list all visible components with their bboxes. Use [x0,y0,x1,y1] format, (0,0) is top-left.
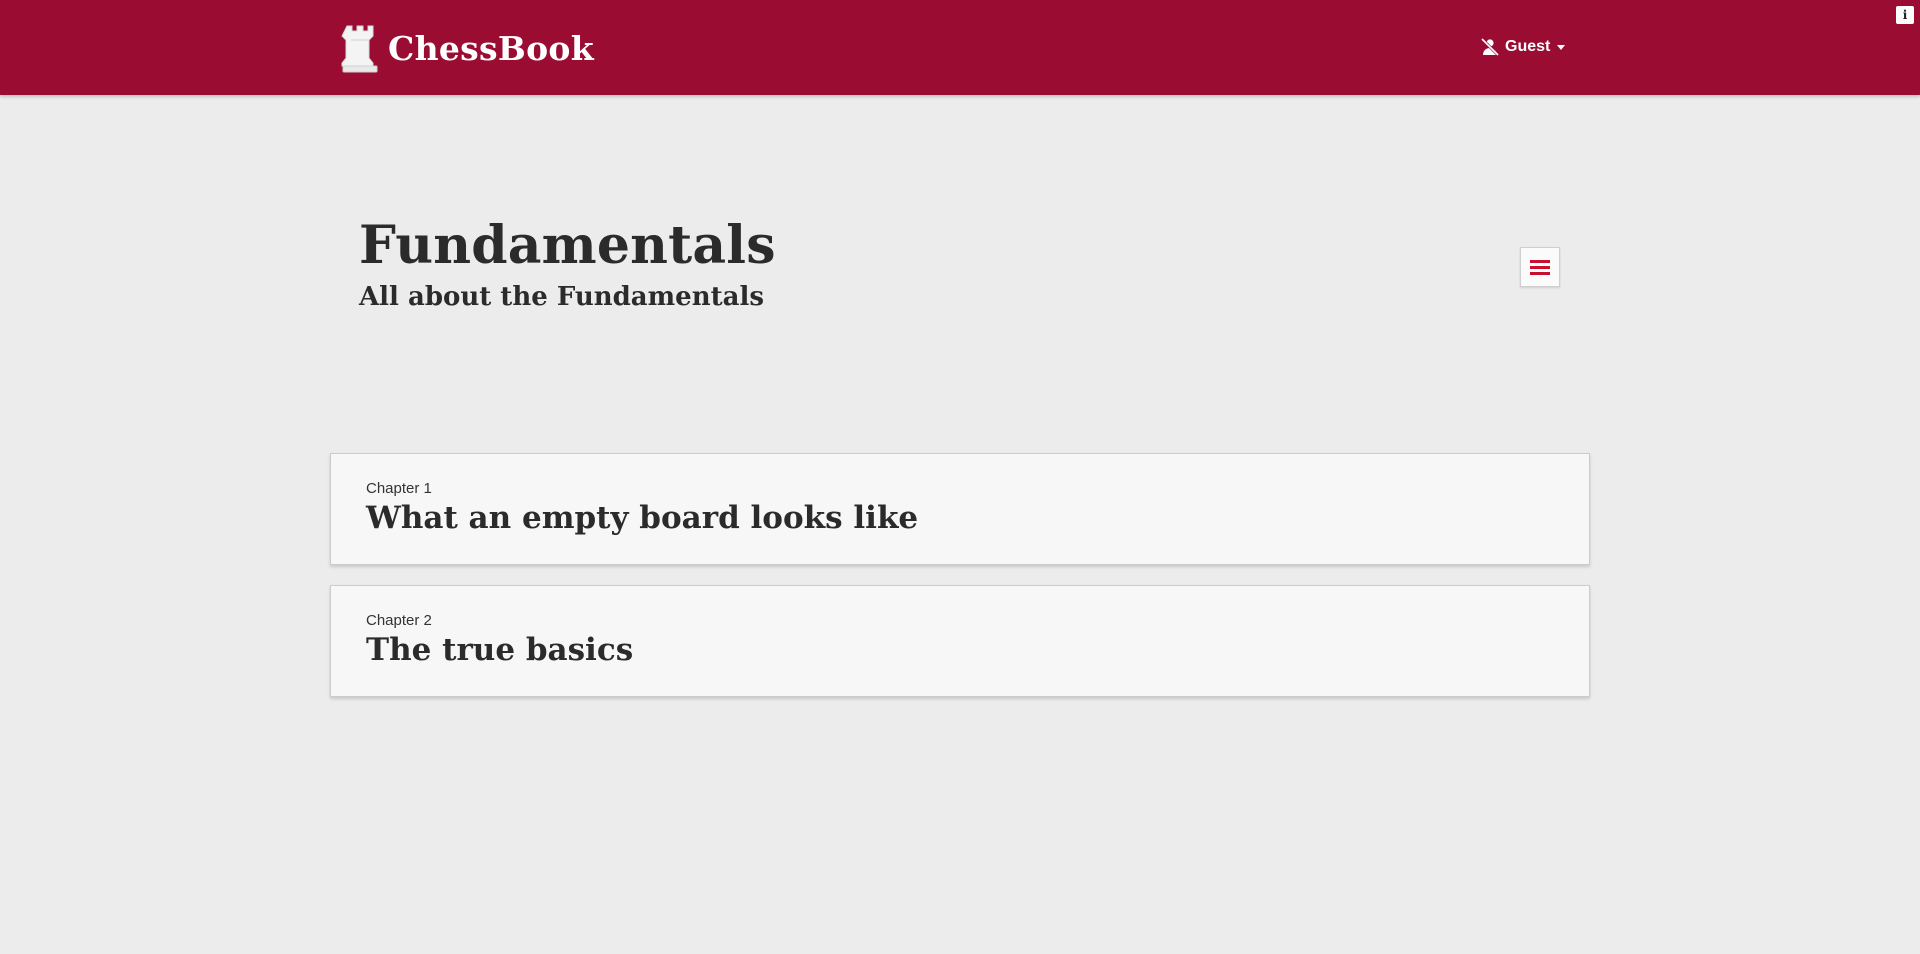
brand-name: ChessBook [388,28,594,68]
user-menu-label: Guest [1505,38,1551,55]
menu-button[interactable] [1520,247,1560,287]
info-icon[interactable]: i [1896,6,1914,24]
top-navbar: ChessBook Guest [0,0,1920,95]
chapter-number: Chapter 2 [366,612,432,629]
chapter-card[interactable]: Chapter 2 The true basics [330,585,1590,697]
page-title: Fundamentals [359,215,776,276]
user-slash-icon [1480,37,1500,57]
chapter-number: Chapter 1 [366,480,432,497]
brand-link[interactable]: ChessBook [340,22,594,74]
page-subtitle: All about the Fundamentals [359,282,764,312]
chapter-card[interactable]: Chapter 1 What an empty board looks like [330,453,1590,565]
chapter-title: What an empty board looks like [366,500,919,536]
chapter-title: The true basics [366,632,634,668]
user-menu-toggle[interactable]: Guest [1480,37,1566,57]
caret-down-icon [1557,45,1566,50]
hamburger-icon [1530,260,1550,275]
rook-icon [341,25,378,73]
